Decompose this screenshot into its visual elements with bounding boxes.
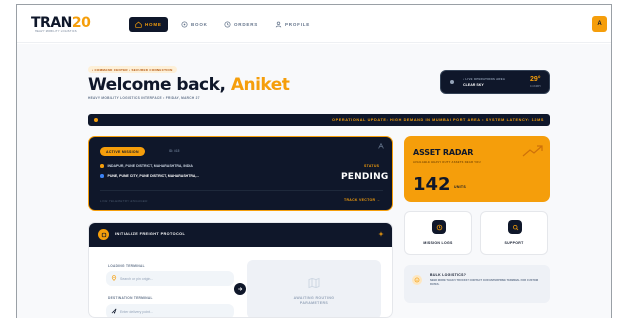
destination-terminal-field[interactable]	[106, 304, 234, 317]
destination-terminal-label: DESTINATION TERMINAL	[108, 296, 153, 300]
truck-icon	[181, 21, 188, 28]
navigation-icon	[378, 142, 384, 149]
nav-profile[interactable]: PROFILE	[269, 17, 316, 32]
info-icon	[412, 275, 422, 285]
headset-icon	[508, 220, 522, 234]
user-name: Aniket	[230, 75, 290, 95]
telemetry-text: LIVE TELEMETRY ENGAGED	[100, 199, 148, 203]
welcome-prefix: Welcome back,	[88, 75, 231, 95]
bulk-body: NEED MORE THAN 5 TRUCKS? CONTACT OUR ENT…	[430, 279, 539, 286]
active-mission-card[interactable]: ACTIVE MISSION ID: #15 INDAPUR, PUNE DIS…	[88, 136, 393, 211]
nav-orders[interactable]: ORDERS	[218, 17, 264, 32]
package-icon	[98, 229, 109, 240]
location-pin-icon	[111, 275, 117, 281]
live-operations-card: • LIVE OPERATIONS AREA CLEAR SKY 29° 0.4…	[440, 70, 550, 94]
nav-home[interactable]: HOME	[129, 17, 168, 32]
nav-profile-label: PROFILE	[285, 22, 311, 27]
clock-icon	[224, 21, 231, 28]
wind-value: 0.4 KM/H	[530, 85, 541, 88]
nav-orders-label: ORDERS	[234, 22, 259, 27]
support-tile[interactable]: SUPPORT	[480, 211, 548, 255]
status-value: PENDING	[341, 172, 389, 182]
mission-id: ID: #15	[169, 149, 180, 153]
routing-line-2: PARAMETERS	[299, 301, 329, 305]
nav-book-label: BOOK	[191, 22, 208, 27]
page-title: Welcome back, Aniket	[88, 75, 290, 95]
mission-logs-label: MISSION LOGS	[423, 241, 453, 245]
document-icon	[432, 220, 446, 234]
home-icon	[135, 21, 142, 28]
window-border-left	[16, 4, 17, 318]
window-border-right	[611, 4, 612, 318]
map-icon	[308, 277, 320, 289]
nav-home-label: HOME	[145, 22, 162, 27]
freight-protocol-panel: INITIALIZE FREIGHT PROTOCOL LOADING TERM…	[88, 222, 393, 318]
weather-status: CLEAR SKY	[463, 83, 484, 87]
window-border-top	[16, 4, 612, 5]
origin-dot-icon	[100, 164, 104, 168]
track-vector-link[interactable]: TRACK VECTOR →	[344, 198, 380, 202]
freight-header: INITIALIZE FREIGHT PROTOCOL	[89, 223, 392, 247]
arrow-right-icon	[238, 287, 243, 291]
sparkle-icon	[378, 231, 384, 237]
top-navbar: TRAN20 HEAVY MOBILITY LOGISTICS HOME BOO…	[17, 5, 611, 43]
swap-route-button[interactable]	[234, 283, 246, 295]
destination-text: PUNE, PUNE CITY, PUNE DISTRICT, MAHARASH…	[107, 174, 200, 178]
loading-terminal-label: LOADING TERMINAL	[108, 264, 145, 268]
asset-radar-card[interactable]: ASSET RADAR AVAILABLE HEAVY DUTY ASSETS …	[404, 136, 550, 202]
freight-title: INITIALIZE FREIGHT PROTOCOL	[115, 232, 186, 236]
bulk-logistics-card[interactable]: BULK LOGISTICS? NEED MORE THAN 5 TRUCKS?…	[404, 265, 550, 303]
radar-subtitle: AVAILABLE HEAVY DUTY ASSETS NEAR YOU	[413, 161, 481, 164]
logo-tagline: HEAVY MOBILITY LOGISTICS	[35, 30, 77, 33]
mission-badge: ACTIVE MISSION	[100, 147, 145, 156]
page-subtitle: HEAVY MOBILITY LOGISTICS INTERFACE • FRI…	[88, 96, 200, 100]
route-origin: INDAPUR, PUNE DISTRICT, MAHARASHTRA, IND…	[100, 164, 193, 168]
trend-up-icon	[522, 145, 543, 157]
ticker-dot-icon	[94, 118, 98, 122]
logo-text: TRAN	[31, 15, 72, 31]
support-label: SUPPORT	[504, 241, 524, 245]
ticker-text: OPERATIONAL UPDATE: HIGH DEMAND IN MUMBA…	[332, 117, 544, 122]
logo-highlight: 20	[71, 15, 91, 31]
brand-logo[interactable]: TRAN20	[31, 15, 91, 31]
loading-terminal-input[interactable]	[120, 271, 230, 286]
mission-logs-tile[interactable]: MISSION LOGS	[404, 211, 472, 255]
send-icon	[111, 308, 117, 314]
user-icon	[275, 21, 282, 28]
app-window: TRAN20 HEAVY MOBILITY LOGISTICS HOME BOO…	[0, 0, 626, 318]
ops-label: • LIVE OPERATIONS AREA	[463, 77, 506, 81]
asset-unit: UNITS	[454, 185, 466, 189]
temperature-value: 29°	[530, 76, 541, 83]
breadcrumb: • COMMAND CENTER • SECURED CONNECTION	[88, 66, 177, 73]
loading-terminal-field[interactable]	[106, 271, 234, 286]
radar-title: ASSET RADAR	[413, 148, 474, 157]
route-destination: PUNE, PUNE CITY, PUNE DISTRICT, MAHARASH…	[100, 174, 199, 178]
operations-ticker: OPERATIONAL UPDATE: HIGH DEMAND IN MUMBA…	[88, 114, 550, 126]
destination-dot-icon	[100, 174, 104, 178]
live-indicator-icon	[450, 80, 454, 84]
origin-text: INDAPUR, PUNE DISTRICT, MAHARASHTRA, IND…	[107, 164, 193, 168]
asset-count: 142	[413, 174, 451, 195]
routing-text: AWAITING ROUTING PARAMETERS	[247, 296, 381, 306]
bulk-title: BULK LOGISTICS?	[430, 273, 467, 277]
user-avatar[interactable]: A	[592, 16, 607, 32]
nav-book[interactable]: BOOK	[175, 17, 214, 32]
routing-placeholder: AWAITING ROUTING PARAMETERS	[247, 260, 381, 317]
divider	[100, 190, 383, 191]
status-label: STATUS	[364, 164, 380, 168]
destination-terminal-input[interactable]	[120, 304, 230, 317]
